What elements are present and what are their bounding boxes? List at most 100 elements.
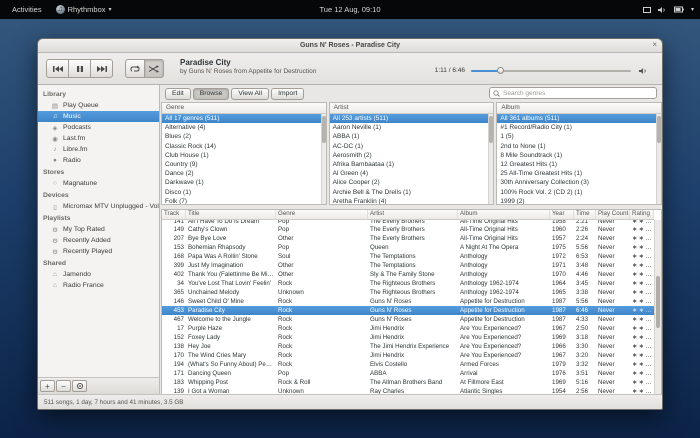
column-header-album[interactable]: Album bbox=[458, 210, 550, 219]
browser-row[interactable]: All 361 albums (511) bbox=[497, 114, 656, 123]
sidebar-item-recently-played[interactable]: ⚙Recently Played bbox=[38, 246, 159, 257]
next-button[interactable] bbox=[90, 59, 113, 78]
cell-rating[interactable]: ∗∗∗∗∗ bbox=[630, 253, 654, 260]
track-row[interactable]: 402Thank You (Falettinme Be Mice Elf Ag.… bbox=[162, 270, 654, 279]
browser-row[interactable]: All 17 genres (511) bbox=[162, 114, 321, 123]
track-row[interactable]: 194(What's So Funny About) Peace, Love..… bbox=[162, 360, 654, 369]
column-header-title[interactable]: Title bbox=[186, 210, 276, 219]
cell-rating[interactable]: ∗∗∗∗∗ bbox=[630, 370, 654, 377]
cell-rating[interactable]: ∗∗∗∗∗ bbox=[630, 244, 654, 251]
browser-pane-header[interactable]: Album bbox=[497, 103, 661, 114]
sidebar-item-micromax-mtv-unplugged-vol-1[interactable]: ▯Micromax MTV Unplugged - Vol. 1 bbox=[38, 201, 159, 212]
track-row[interactable]: 170The Wind Cries MaryRockJimi HendrixAr… bbox=[162, 351, 654, 360]
cell-rating[interactable]: ∗∗∗∗∗ bbox=[630, 379, 654, 386]
column-header-track[interactable]: Track bbox=[162, 210, 186, 219]
browser-row[interactable]: Afrika Bambaataa (1) bbox=[330, 160, 489, 169]
seek-slider[interactable] bbox=[471, 66, 631, 75]
pause-button[interactable] bbox=[68, 59, 91, 78]
track-row[interactable]: 467Welcome to the JungleRockGuns N' Rose… bbox=[162, 315, 654, 324]
window-switcher-icon[interactable] bbox=[643, 6, 651, 14]
search-input[interactable] bbox=[503, 90, 653, 97]
browser-row[interactable]: 2nd to None (1) bbox=[497, 142, 656, 151]
previous-button[interactable] bbox=[46, 59, 69, 78]
browser-row[interactable]: Club House (1) bbox=[162, 151, 321, 160]
search-box[interactable] bbox=[489, 87, 657, 99]
scrollbar-thumb[interactable] bbox=[656, 276, 660, 328]
browser-row[interactable]: Dance (2) bbox=[162, 169, 321, 178]
browser-row[interactable]: Aaron Neville (1) bbox=[330, 123, 489, 132]
browser-row[interactable]: #1 Record/Radio City (1) bbox=[497, 123, 656, 132]
browser-row[interactable]: Country (9) bbox=[162, 160, 321, 169]
browser-row[interactable]: Classic Rock (14) bbox=[162, 142, 321, 151]
browser-row[interactable]: AC-DC (1) bbox=[330, 142, 489, 151]
track-row[interactable]: 17Purple HazeRockJimi HendrixAre You Exp… bbox=[162, 324, 654, 333]
cell-rating[interactable]: ∗∗∗∗∗ bbox=[630, 271, 654, 278]
browser-row[interactable]: 25 All-Time Greatest Hits (1) bbox=[497, 169, 656, 178]
cell-rating[interactable]: ∗∗∗∗∗ bbox=[630, 334, 654, 341]
volume-icon[interactable] bbox=[658, 6, 667, 14]
sidebar-item-last-fm[interactable]: ◉Last.fm bbox=[38, 133, 159, 144]
sidebar-item-libre-fm[interactable]: ♪Libre.fm bbox=[38, 144, 159, 155]
import-button[interactable]: Import bbox=[271, 88, 304, 100]
browser-row[interactable]: Disco (1) bbox=[162, 188, 321, 197]
app-menu[interactable]: ♫ Rhythmbox ▾ bbox=[56, 5, 112, 14]
sidebar-item-podcasts[interactable]: ◈Podcasts bbox=[38, 122, 159, 133]
track-row[interactable]: 153Bohemian RhapsodyPopQueenA Night At T… bbox=[162, 243, 654, 252]
sidebar-item-radio[interactable]: ●Radio bbox=[38, 155, 159, 166]
activities-button[interactable]: Activities bbox=[8, 3, 46, 16]
sidebar-item-recently-added[interactable]: ⚙Recently Added bbox=[38, 235, 159, 246]
track-row[interactable]: 365Unchained MelodyUnknownThe Righteous … bbox=[162, 288, 654, 297]
cell-rating[interactable]: ∗∗∗∗∗ bbox=[630, 235, 654, 242]
track-row[interactable]: 138Hey JoeRockThe Jimi Hendrix Experienc… bbox=[162, 342, 654, 351]
cell-rating[interactable]: ∗∗∗∗∗ bbox=[630, 262, 654, 269]
track-row[interactable]: 34You've Lost That Lovin' Feelin'RockThe… bbox=[162, 279, 654, 288]
browser-row[interactable]: 1999 (2) bbox=[497, 197, 656, 205]
browser-row[interactable]: Aerosmith (2) bbox=[330, 151, 489, 160]
column-header-play-count[interactable]: Play Count bbox=[596, 210, 630, 219]
edit-button[interactable]: Edit bbox=[165, 88, 191, 100]
cell-rating[interactable]: ∗∗∗∗∗ bbox=[630, 226, 654, 233]
window-titlebar[interactable]: Guns N' Roses - Paradise City × bbox=[38, 39, 662, 53]
browser-row[interactable]: ABBA (1) bbox=[330, 132, 489, 141]
browser-pane-header[interactable]: Genre bbox=[162, 103, 326, 114]
column-header-artist[interactable]: Artist bbox=[368, 210, 458, 219]
cell-rating[interactable]: ∗∗∗∗∗ bbox=[630, 280, 654, 287]
browser-row[interactable]: Darkwave (1) bbox=[162, 178, 321, 187]
browser-row[interactable]: Aretha Franklin (4) bbox=[330, 197, 489, 205]
cell-rating[interactable]: ∗∗∗∗∗ bbox=[630, 289, 654, 296]
clock[interactable]: Tue 12 Aug, 09:10 bbox=[319, 0, 380, 19]
track-row[interactable]: 152Foxey LadyRockJimi HendrixAre You Exp… bbox=[162, 333, 654, 342]
browser-row[interactable]: Archie Bell & The Drells (1) bbox=[330, 188, 489, 197]
system-menu-chevron-icon[interactable]: ▾ bbox=[691, 6, 694, 13]
track-row[interactable]: 207Bye Bye LoveOtherThe Everly BrothersA… bbox=[162, 234, 654, 243]
column-header-genre[interactable]: Genre bbox=[276, 210, 368, 219]
track-table-scrollbar[interactable] bbox=[654, 220, 661, 394]
browser-row[interactable]: 8 Mile Soundtrack (1) bbox=[497, 151, 656, 160]
browser-row[interactable]: 1 (5) bbox=[497, 132, 656, 141]
sidebar-item-jamendo[interactable]: ⌂Jamendo bbox=[38, 269, 159, 280]
seek-handle[interactable] bbox=[497, 67, 504, 74]
sidebar-item-my-top-rated[interactable]: ⚙My Top Rated bbox=[38, 224, 159, 235]
cell-rating[interactable]: ∗∗∗∗∗ bbox=[630, 307, 654, 314]
sidebar-item-magnatune[interactable]: ○Magnatune bbox=[38, 178, 159, 189]
track-row[interactable]: 146Sweet Child O' MineRockGuns N' RosesA… bbox=[162, 297, 654, 306]
shuffle-button[interactable] bbox=[144, 59, 164, 78]
browser-pane-header[interactable]: Artist bbox=[330, 103, 494, 114]
track-table-header[interactable]: TrackTitleGenreArtistAlbumYearTimePlay C… bbox=[162, 210, 654, 220]
track-row[interactable]: 453Paradise CityRockGuns N' RosesAppetit… bbox=[162, 306, 654, 315]
sidebar-item-music[interactable]: ♫Music bbox=[38, 111, 159, 122]
add-playlist-button[interactable]: + bbox=[40, 380, 55, 392]
cell-rating[interactable]: ∗∗∗∗∗ bbox=[630, 361, 654, 368]
track-row[interactable]: 183Whipping PostRock & RollThe Allman Br… bbox=[162, 378, 654, 387]
sidebar-item-play-queue[interactable]: ▤Play Queue bbox=[38, 100, 159, 111]
browser-row[interactable]: Folk (7) bbox=[162, 197, 321, 205]
browser-row[interactable]: Alice Cooper (2) bbox=[330, 178, 489, 187]
battery-icon[interactable] bbox=[674, 6, 684, 13]
browser-row[interactable]: 100% Rock Vol. 2 (CD 2) (1) bbox=[497, 188, 656, 197]
column-header-year[interactable]: Year bbox=[550, 210, 574, 219]
browser-pane-scrollbar[interactable] bbox=[488, 114, 493, 204]
browser-row[interactable]: Alternative (4) bbox=[162, 123, 321, 132]
close-window-button[interactable]: × bbox=[652, 40, 657, 49]
track-row[interactable]: 168Papa Was A Rollin' StoneSoulThe Tempt… bbox=[162, 252, 654, 261]
cell-rating[interactable]: ∗∗∗∗∗ bbox=[630, 316, 654, 323]
